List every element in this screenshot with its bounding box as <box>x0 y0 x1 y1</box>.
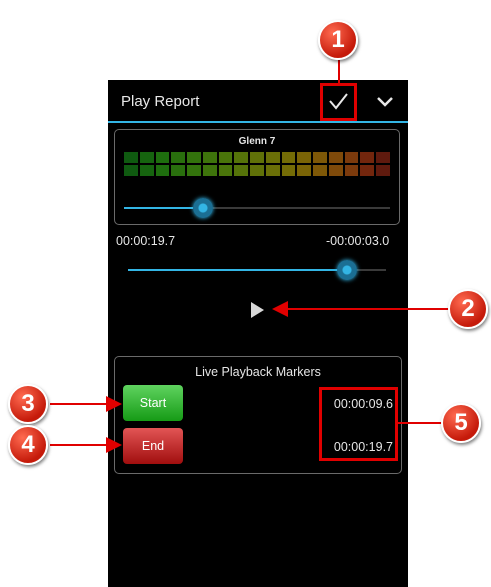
annotation-arrows <box>50 60 452 453</box>
callout-5: 5 <box>441 403 481 443</box>
callout-2: 2 <box>448 289 488 329</box>
callout-3: 3 <box>8 384 48 424</box>
callout-1: 1 <box>318 20 358 60</box>
callout-4: 4 <box>8 425 48 465</box>
